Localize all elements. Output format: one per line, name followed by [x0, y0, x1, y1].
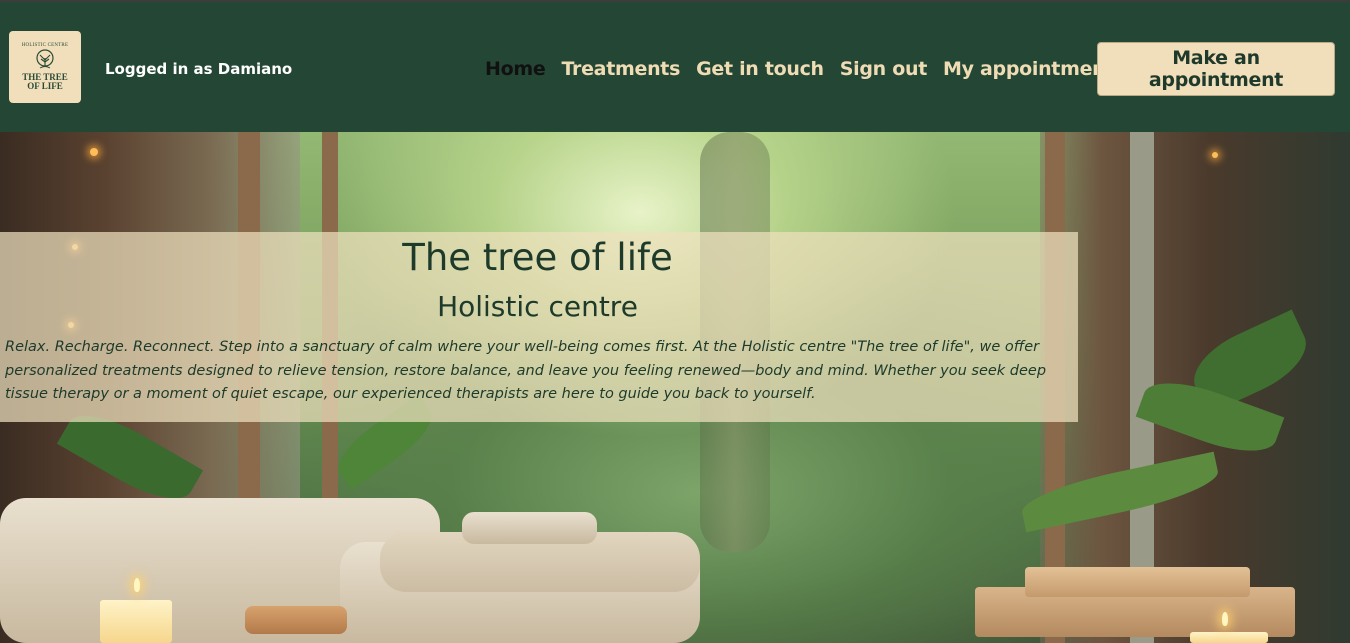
main-nav: Home Treatments Get in touch Sign out My…	[485, 58, 1141, 80]
lantern-light	[1212, 152, 1218, 158]
tree-icon	[36, 49, 54, 69]
candle	[1190, 632, 1268, 643]
lantern-light	[90, 148, 98, 156]
logo-arc-text: HOLISTIC CENTRE	[21, 43, 69, 48]
candle	[100, 600, 172, 643]
site-logo[interactable]: HOLISTIC CENTRE THE TREE OF LIFE	[9, 31, 81, 103]
page-title: The tree of life	[402, 236, 673, 279]
candle-flame	[1222, 612, 1228, 626]
nav-home[interactable]: Home	[485, 58, 546, 80]
nav-treatments[interactable]: Treatments	[561, 58, 680, 80]
logged-in-status: Logged in as Damiano	[105, 60, 293, 78]
page-subtitle: Holistic centre	[437, 290, 638, 323]
wooden-dish	[245, 606, 347, 634]
make-appointment-button[interactable]: Make an appointment	[1097, 42, 1335, 96]
nav-sign-out[interactable]: Sign out	[840, 58, 928, 80]
candle-flame	[134, 578, 140, 592]
intro-paragraph: Relax. Recharge. Reconnect. Step into a …	[5, 339, 1047, 402]
folded-towel	[462, 512, 597, 544]
site-header: HOLISTIC CENTRE THE TREE OF LIFE Logged …	[0, 0, 1350, 132]
logo-title: THE TREE OF LIFE	[22, 72, 68, 91]
wooden-block	[1025, 567, 1250, 597]
nav-get-in-touch[interactable]: Get in touch	[696, 58, 824, 80]
